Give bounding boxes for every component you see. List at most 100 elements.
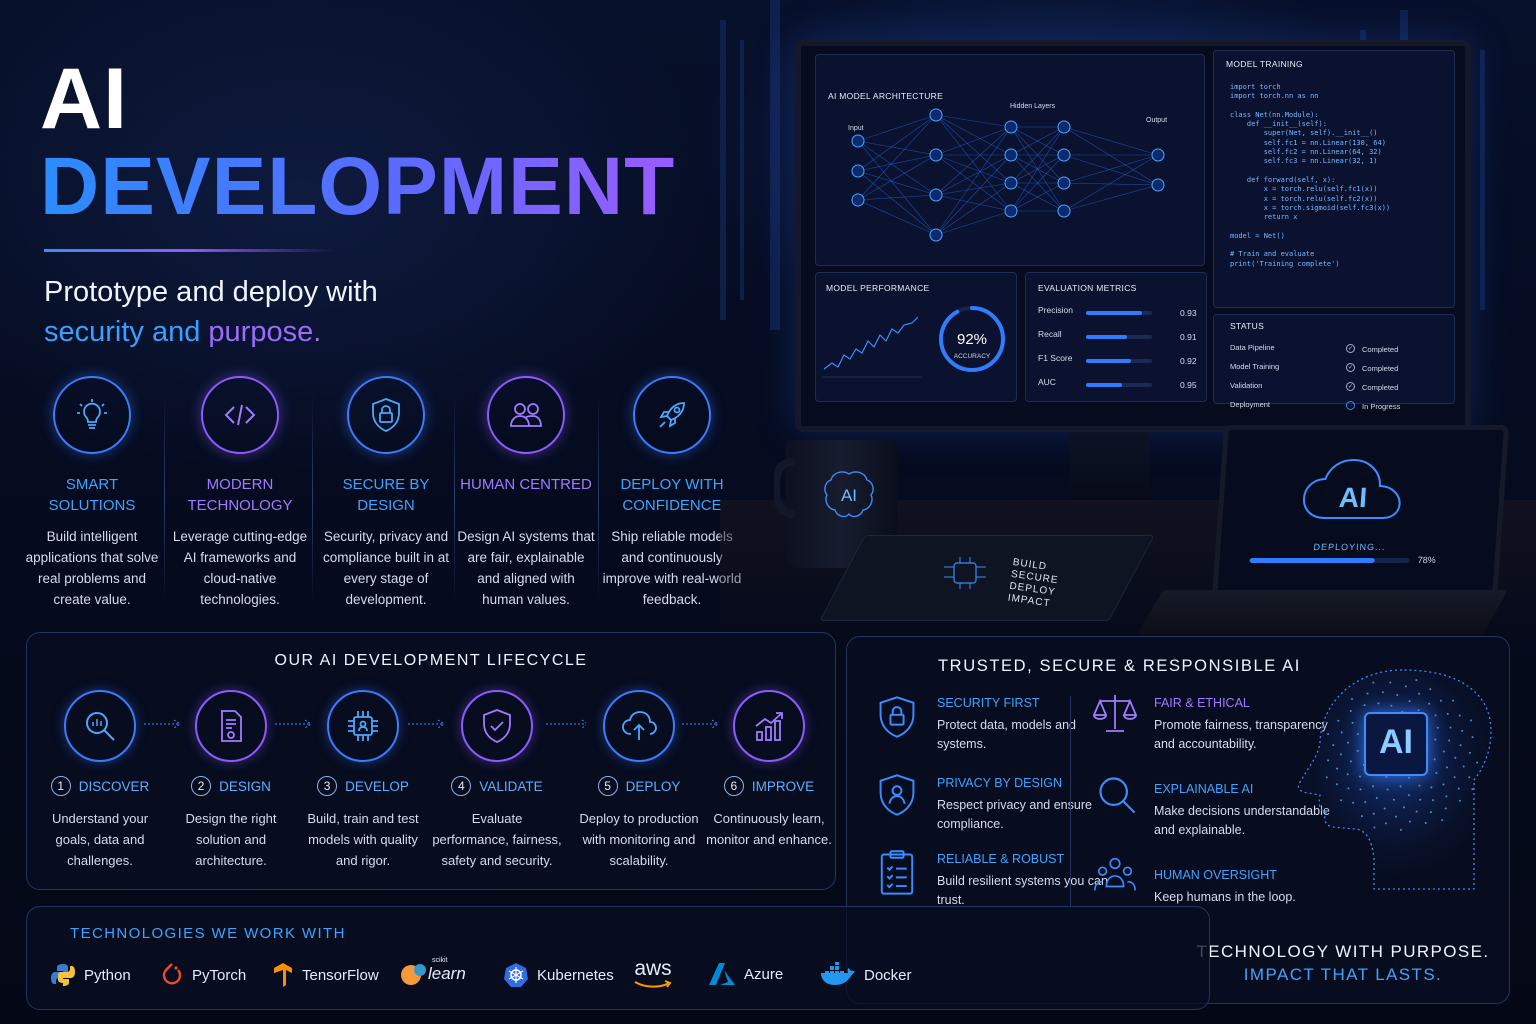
check-circle-icon: ✓ xyxy=(1346,363,1355,372)
laptop-screen: AI DEPLOYING... 78% xyxy=(1211,425,1510,600)
rocket-icon xyxy=(633,376,711,454)
growth-chart-icon xyxy=(733,690,805,762)
step-validate: 4 VALIDATE Evaluate performance, fairness… xyxy=(432,690,562,871)
tech-label: PyTorch xyxy=(192,966,247,984)
shield-lock-icon xyxy=(347,376,425,454)
nn-node xyxy=(929,188,943,202)
status-row: Validation ✓ Completed xyxy=(1230,379,1440,398)
magnifier-chart-icon xyxy=(64,690,136,762)
feature-desc: Security, privacy and compliance built i… xyxy=(322,529,450,607)
subtitle-accent-a: security and xyxy=(44,316,201,348)
progress-circle-icon xyxy=(1346,401,1355,410)
cloud-upload-icon xyxy=(603,690,675,762)
accuracy-label: ACCURACY xyxy=(953,353,991,360)
step-improve: 6 IMPROVE Continuously learn, monitor and… xyxy=(704,690,834,850)
nn-node xyxy=(851,164,865,178)
feature-desc: Build intelligent applications that solv… xyxy=(25,529,159,607)
scales-icon xyxy=(1092,690,1138,736)
step-number: 1 xyxy=(50,776,71,796)
feature-divider xyxy=(598,392,599,602)
title-divider xyxy=(44,249,334,252)
kubernetes-icon xyxy=(504,963,528,987)
feature-divider xyxy=(312,392,313,602)
feature-title: SECURE BY DESIGN xyxy=(342,476,430,514)
aws-icon xyxy=(634,980,672,988)
pytorch-icon xyxy=(162,963,182,985)
docker-icon xyxy=(821,962,855,985)
metric-name: F1 Score xyxy=(1038,353,1073,363)
subtitle-line2: security and purpose. xyxy=(44,316,321,349)
tech-small-label: scikit xyxy=(432,957,448,964)
status-state: In Progress xyxy=(1362,402,1401,411)
training-title: MODEL TRAINING xyxy=(1226,59,1303,69)
arrow-right-icon xyxy=(408,719,445,729)
tech-label: Python xyxy=(84,966,131,984)
metric-value: 0.93 xyxy=(1180,308,1197,318)
nn-node xyxy=(1004,204,1018,218)
step-label: DESIGN xyxy=(219,778,271,794)
tech-scikit-learn: scikit learn xyxy=(400,957,466,986)
nn-node xyxy=(1057,204,1071,218)
metric-bar xyxy=(1086,311,1152,315)
status-state: Completed xyxy=(1362,383,1399,392)
circuit-brain-icon xyxy=(944,557,986,589)
azure-icon xyxy=(709,963,735,985)
metric-name: Recall xyxy=(1038,329,1062,339)
nn-node xyxy=(851,193,865,207)
status-row: Data Pipeline ✓ Completed xyxy=(1230,341,1440,360)
trust-title: TRUSTED, SECURE & RESPONSIBLE AI xyxy=(938,657,1301,675)
laptop-progress-track xyxy=(1249,558,1410,563)
feature-title: MODERN TECHNOLOGY xyxy=(187,476,293,514)
step-label: DEPLOY xyxy=(625,778,681,794)
feature-desc: Leverage cutting-edge AI frameworks and … xyxy=(172,529,308,607)
notebook-text: BUILD SECURE DEPLOY IMPACT xyxy=(1007,557,1061,611)
scikit-learn-icon xyxy=(401,964,426,985)
tech-tensorflow: TensorFlow xyxy=(272,962,379,988)
slogan-line1: TECHNOLOGY WITH PURPOSE. xyxy=(1196,942,1490,961)
arrow-right-icon xyxy=(275,719,312,729)
laptop-progress-fill xyxy=(1249,558,1375,563)
clipboard-check-icon xyxy=(874,850,920,896)
lightbulb-icon xyxy=(53,376,131,454)
performance-line-chart xyxy=(822,316,922,378)
mug-label: AI xyxy=(840,486,858,505)
tech-label: aws xyxy=(634,957,672,980)
step-number: 2 xyxy=(191,776,212,796)
step-number: 5 xyxy=(597,776,618,796)
title-development: DEVELOPMENT xyxy=(40,141,676,232)
metric-bar-fill xyxy=(1086,359,1131,363)
tech-label: Azure xyxy=(744,965,784,983)
shield-user-icon xyxy=(874,772,920,818)
step-desc: Deploy to production with monitoring and… xyxy=(579,811,699,868)
feature-title: SMART SOLUTIONS xyxy=(48,476,136,514)
arrow-right-icon xyxy=(546,719,586,729)
metric-bar xyxy=(1086,359,1152,363)
feature-secure-by-design: SECURE BY DESIGN Security, privacy and c… xyxy=(316,376,456,610)
monitor-stand xyxy=(1070,432,1150,500)
status-title: STATUS xyxy=(1230,321,1265,331)
step-label: DISCOVER xyxy=(78,778,150,794)
tech-label: TensorFlow xyxy=(302,966,379,984)
nn-node xyxy=(1004,176,1018,190)
training-panel: MODEL TRAINING import torch import torch… xyxy=(1213,50,1455,308)
feature-human-centred: HUMAN CENTRED Design AI systems that are… xyxy=(456,376,596,610)
metric-value: 0.92 xyxy=(1180,356,1197,366)
document-design-icon xyxy=(195,690,267,762)
check-circle-icon: ✓ xyxy=(1346,344,1355,353)
nn-node xyxy=(1004,148,1018,162)
subtitle-line1: Prototype and deploy with xyxy=(44,276,378,308)
laptop-keyboard xyxy=(1137,590,1508,635)
feature-smart-solutions: SMART SOLUTIONS Build intelligent applic… xyxy=(22,376,162,610)
step-desc: Evaluate performance, fairness, safety a… xyxy=(432,811,562,868)
tech-title: TECHNOLOGIES WE WORK WITH xyxy=(70,925,346,942)
metric-bar-fill xyxy=(1086,311,1143,315)
monitor-screen: AI MODEL ARCHITECTURE Input Hidden Layer… xyxy=(795,40,1471,432)
nn-node xyxy=(1151,148,1165,162)
tech-panel xyxy=(26,906,1210,1010)
tech-label: Kubernetes xyxy=(537,966,614,984)
title-ai: AI xyxy=(40,51,128,147)
step-number: 4 xyxy=(451,776,472,796)
metric-row: Recall 0.91 xyxy=(1038,329,1200,353)
status-name: Data Pipeline xyxy=(1230,343,1275,352)
status-name: Deployment xyxy=(1230,400,1271,409)
